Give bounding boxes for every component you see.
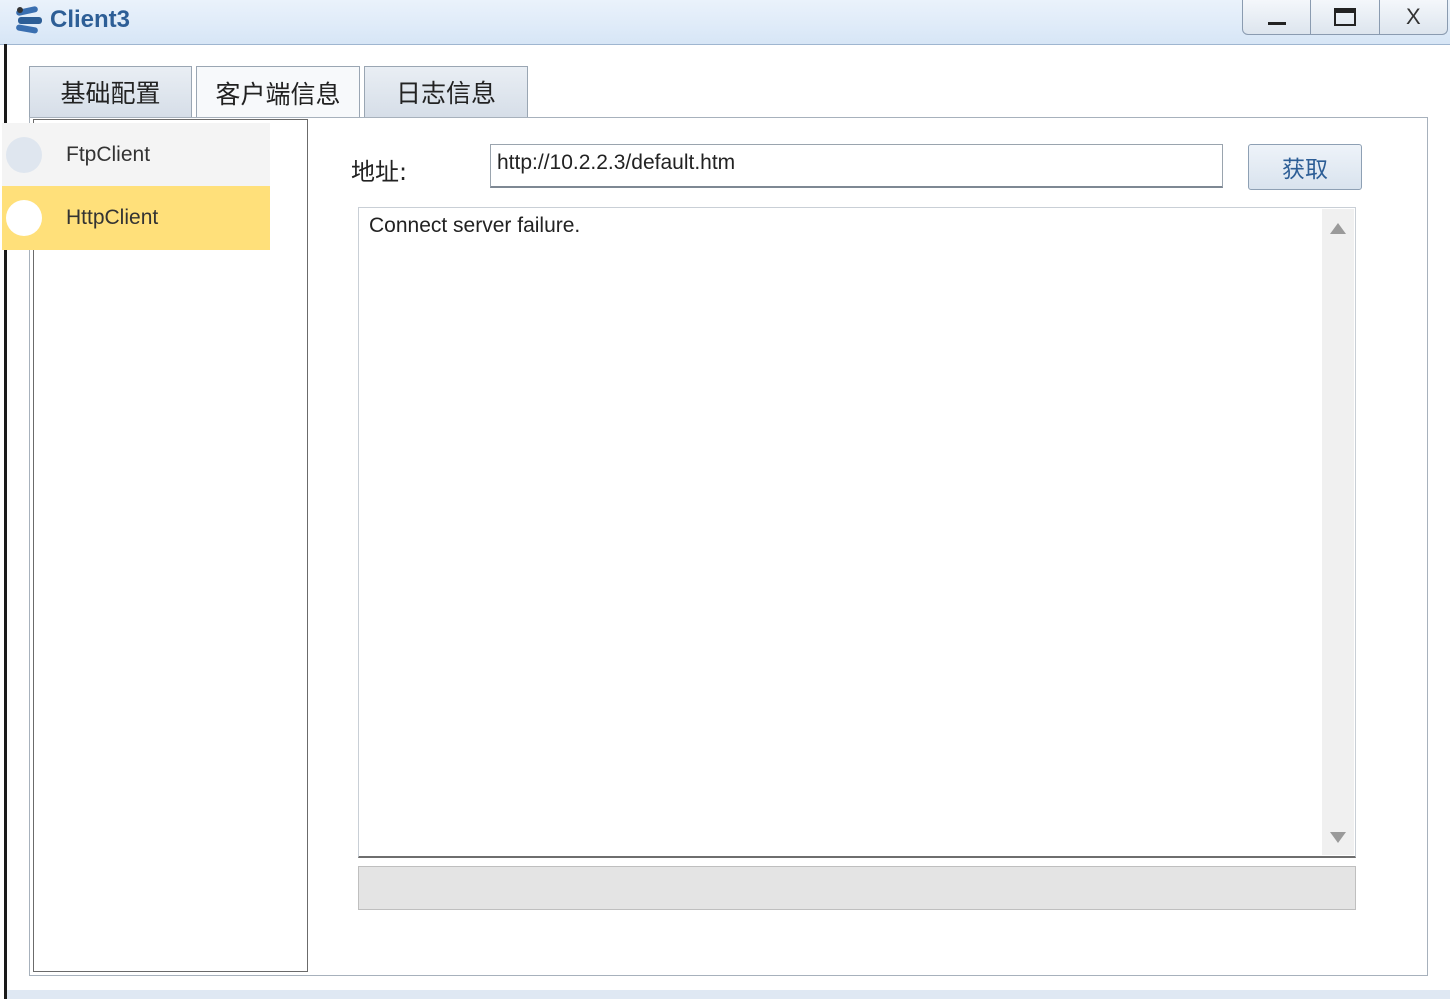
- client-item-label: HttpClient: [66, 206, 159, 229]
- response-output[interactable]: Connect server failure.: [358, 207, 1356, 858]
- scroll-up-arrow-icon[interactable]: [1330, 223, 1346, 234]
- client-item-ftp[interactable]: FtpClient: [2, 123, 270, 187]
- maximize-button[interactable]: [1310, 0, 1378, 34]
- get-button[interactable]: 获取: [1248, 144, 1362, 190]
- tab-basic-config[interactable]: 基础配置: [29, 66, 192, 117]
- maximize-icon: [1333, 8, 1356, 26]
- tab-label: 客户端信息: [215, 80, 341, 109]
- scroll-down-arrow-icon[interactable]: [1330, 832, 1346, 843]
- close-icon: X: [1405, 4, 1421, 29]
- address-label: 地址:: [351, 158, 408, 186]
- address-input[interactable]: http://10.2.2.3/default.htm: [490, 144, 1223, 188]
- minimize-button[interactable]: [1243, 0, 1310, 34]
- vertical-scrollbar[interactable]: [1322, 209, 1354, 855]
- minimize-icon: [1267, 22, 1286, 25]
- client-item-http[interactable]: HttpClient: [2, 186, 270, 250]
- status-dot-icon: [6, 200, 42, 236]
- tab-label: 基础配置: [60, 79, 161, 108]
- tab-label: 日志信息: [395, 79, 496, 108]
- status-dot-icon: [6, 137, 42, 173]
- window-title: Client3: [50, 6, 131, 33]
- close-button[interactable]: X: [1378, 0, 1447, 34]
- progress-bar: [358, 866, 1356, 910]
- tab-client-info[interactable]: 客户端信息: [196, 66, 360, 119]
- title-bar: Client3 X: [0, 0, 1450, 45]
- window-bottom-strip: [7, 990, 1450, 999]
- window-controls: X: [1242, 0, 1448, 35]
- output-text: Connect server failure.: [369, 214, 581, 237]
- client-app-icon: [16, 6, 42, 34]
- tab-log-info[interactable]: 日志信息: [364, 66, 528, 117]
- client-item-label: FtpClient: [66, 143, 151, 166]
